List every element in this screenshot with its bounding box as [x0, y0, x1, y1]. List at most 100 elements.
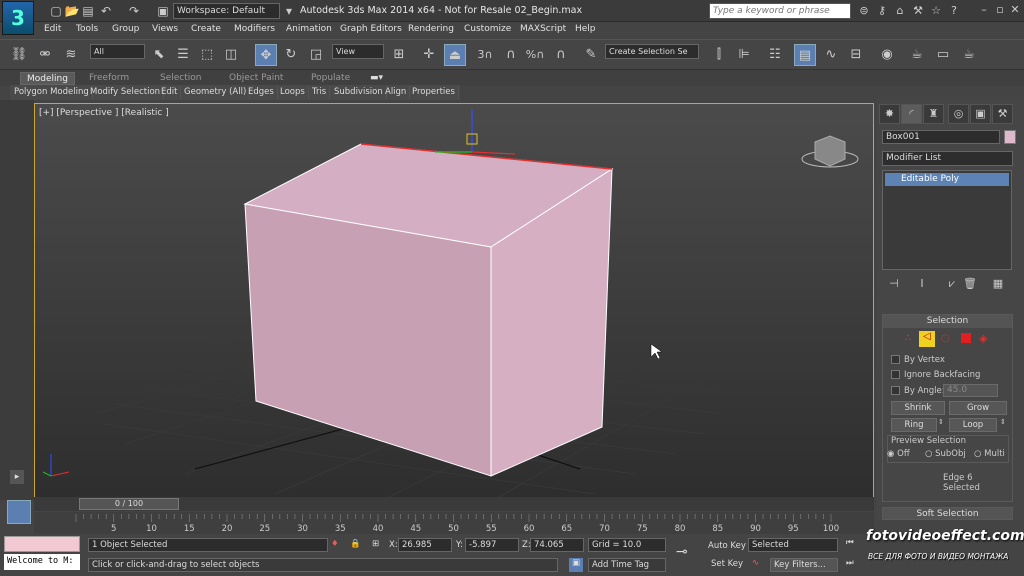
key-icon[interactable]: ⚷	[874, 3, 890, 19]
viewcube[interactable]	[801, 135, 859, 168]
tab-selection[interactable]: Selection	[160, 72, 201, 85]
ribbon-edges[interactable]: Edges	[248, 86, 278, 99]
viewport-perspective[interactable]: [+] [Perspective ] [Realistic ]	[34, 103, 874, 498]
grow-button[interactable]: Grow	[949, 401, 1007, 415]
maxscript-listener-output[interactable]	[4, 536, 80, 552]
ignore-backfacing-checkbox[interactable]	[891, 370, 900, 379]
menu-help[interactable]: Help	[575, 24, 596, 34]
modify-tab-icon[interactable]: ◜	[901, 104, 922, 124]
display-tab-icon[interactable]: ▣	[970, 104, 991, 124]
chevron-down-icon[interactable]: ▾	[281, 3, 297, 19]
bind-space-warp-icon[interactable]: ≋	[60, 44, 82, 66]
angle-snap-icon[interactable]: ∩	[500, 44, 522, 66]
set-key-mode-icon[interactable]: ⊸	[676, 544, 688, 560]
search-input[interactable]: Type a keyword or phrase	[709, 3, 851, 19]
angle-spinner[interactable]: 45.0	[943, 384, 998, 397]
ribbon-modify-selection[interactable]: Modify Selection	[90, 86, 165, 99]
absolute-mode-icon[interactable]: ⊞	[372, 539, 379, 549]
named-selection-dropdown[interactable]: Create Selection Se	[605, 44, 699, 59]
workspace-dropdown[interactable]: Workspace: Default	[173, 3, 280, 19]
ribbon-options-icon[interactable]: ▬▾	[370, 72, 383, 85]
mirror-icon[interactable]: ⫿	[708, 44, 730, 66]
menu-customize[interactable]: Customize	[464, 24, 511, 34]
object-name-field[interactable]: Box001	[882, 130, 1000, 144]
menu-views[interactable]: Views	[152, 24, 178, 34]
loop-spinner-icon[interactable]: ⇕	[1000, 418, 1006, 426]
hierarchy-tab-icon[interactable]: ♜	[923, 104, 944, 124]
layer-manager-icon[interactable]: ☷	[764, 44, 786, 66]
select-and-rotate-icon[interactable]: ↻	[280, 44, 302, 66]
select-by-name-icon[interactable]: ☰	[172, 44, 194, 66]
show-end-result-icon[interactable]: Ⅰ	[914, 277, 930, 293]
edge-mode-icon[interactable]: ◁	[919, 331, 935, 347]
link-icon[interactable]: ⛓	[8, 44, 30, 66]
lock-selection-icon[interactable]: 🔒	[350, 539, 361, 549]
isolate-selection-icon[interactable]: ♦	[331, 539, 339, 549]
y-coordinate-field[interactable]: -5.897	[465, 538, 519, 552]
ribbon-subdivision[interactable]: Subdivision	[334, 86, 387, 99]
save-icon[interactable]: ▤	[80, 3, 96, 19]
open-file-icon[interactable]: 📂	[64, 3, 80, 19]
percent-snap-icon[interactable]: %∩	[524, 44, 546, 66]
remove-modifier-icon[interactable]: 🗑	[962, 277, 978, 293]
selection-rollout-header[interactable]: Selection	[883, 315, 1012, 328]
close-button[interactable]: ✕	[1005, 2, 1024, 18]
add-time-tag-button[interactable]: Add Time Tag	[588, 558, 666, 572]
ribbon-edit[interactable]: Edit	[161, 86, 182, 99]
auto-key-button[interactable]: Auto Key	[708, 541, 746, 551]
redo-icon[interactable]: ↷	[126, 3, 142, 19]
pivot-center-icon[interactable]: ⊞	[388, 44, 410, 66]
ribbon-polygon-modeling[interactable]: Polygon Modeling	[14, 86, 93, 99]
new-file-icon[interactable]: ▢	[48, 3, 64, 19]
ring-spinner-icon[interactable]: ⇕	[938, 418, 944, 426]
curve-editor-icon[interactable]: ∿	[820, 44, 842, 66]
menu-rendering[interactable]: Rendering	[408, 24, 454, 34]
edit-named-selection-icon[interactable]: ✎	[580, 44, 602, 66]
modifier-list-dropdown[interactable]: Modifier List	[882, 151, 1013, 166]
unlink-icon[interactable]: ⚮	[34, 44, 56, 66]
utilities-tab-icon[interactable]: ⚒	[992, 104, 1013, 124]
menu-edit[interactable]: Edit	[44, 24, 61, 34]
polygon-mode-icon[interactable]	[961, 333, 971, 343]
align-icon[interactable]: ⊫	[733, 44, 755, 66]
set-key-button[interactable]: Set Key	[711, 559, 743, 569]
project-folder-icon[interactable]: ▣	[155, 3, 171, 19]
z-coordinate-field[interactable]: 74.065	[530, 538, 584, 552]
menu-modifiers[interactable]: Modifiers	[234, 24, 275, 34]
rectangular-selection-icon[interactable]: ⬚	[196, 44, 218, 66]
snaps-toggle-icon[interactable]: 3∩	[474, 44, 496, 66]
menu-animation[interactable]: Animation	[286, 24, 332, 34]
menu-group[interactable]: Group	[112, 24, 139, 34]
maxscript-mini-listener[interactable]: Welcome to M:	[4, 554, 80, 570]
box-object[interactable]	[243, 143, 614, 477]
preview-off-radio[interactable]: ◉ Off	[887, 449, 910, 459]
tab-modeling[interactable]: Modeling	[20, 72, 75, 85]
x-coordinate-field[interactable]: 26.985	[398, 538, 452, 552]
border-mode-icon[interactable]: ◌	[941, 333, 950, 344]
selection-filter-dropdown[interactable]: All	[90, 44, 145, 59]
element-mode-icon[interactable]: ◈	[979, 332, 987, 345]
move-gizmo[interactable]	[435, 109, 516, 155]
communication-icon[interactable]: ⚒	[910, 3, 926, 19]
undo-icon[interactable]: ↶	[98, 3, 114, 19]
menu-create[interactable]: Create	[191, 24, 221, 34]
play-icon[interactable]: ▸	[10, 470, 24, 484]
by-vertex-checkbox[interactable]	[891, 355, 900, 364]
create-tab-icon[interactable]: ✸	[879, 104, 900, 124]
ring-button[interactable]: Ring	[891, 418, 937, 432]
favorites-icon[interactable]: ☆	[928, 3, 944, 19]
select-manipulate-icon[interactable]: ✛	[418, 44, 440, 66]
shrink-button[interactable]: Shrink	[891, 401, 945, 415]
tab-freeform[interactable]: Freeform	[89, 72, 129, 85]
ribbon-align[interactable]: Align	[385, 86, 411, 99]
make-unique-icon[interactable]: ⩗	[944, 277, 960, 293]
application-logo[interactable]: 3	[2, 1, 34, 35]
render-setup-icon[interactable]: ☕	[906, 44, 928, 66]
menu-graph-editors[interactable]: Graph Editors	[340, 24, 402, 34]
tab-populate[interactable]: Populate	[311, 72, 350, 85]
window-crossing-icon[interactable]: ◫	[220, 44, 242, 66]
stack-item-editable-poly[interactable]: Editable Poly	[885, 173, 1009, 186]
reference-coordinate-dropdown[interactable]: View	[332, 44, 384, 59]
graphite-tools-icon[interactable]: ▤	[794, 44, 816, 66]
help-icon[interactable]: ?	[946, 3, 962, 19]
